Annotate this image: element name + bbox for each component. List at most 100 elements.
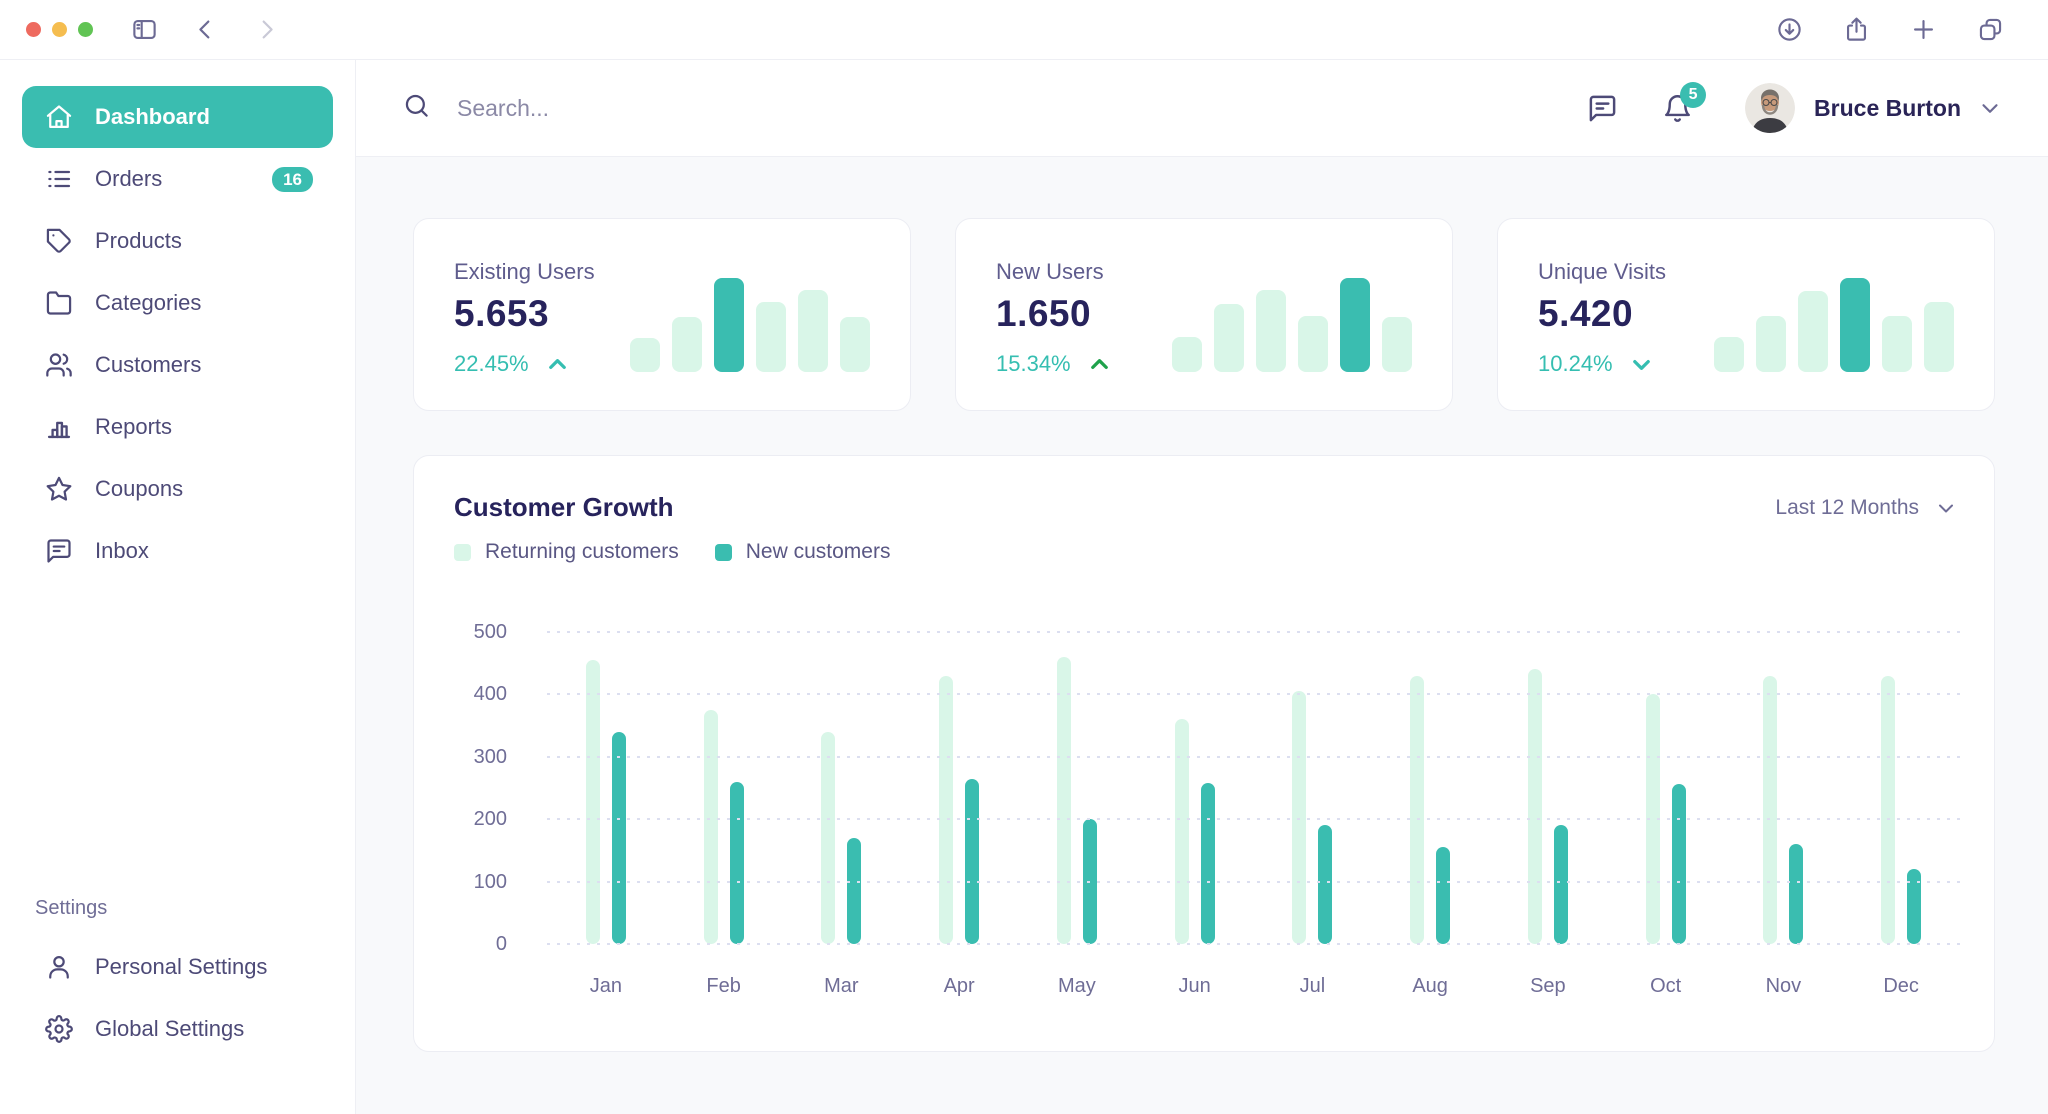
sidebar-item-inbox[interactable]: Inbox bbox=[22, 520, 333, 582]
sparkline-bar bbox=[1382, 317, 1412, 372]
users-icon bbox=[45, 351, 73, 379]
y-axis-tick-label: 300 bbox=[407, 745, 507, 769]
month-slot bbox=[1489, 632, 1607, 944]
gridline bbox=[547, 943, 1960, 945]
y-axis-tick-label: 200 bbox=[407, 807, 507, 831]
stat-title: New Users bbox=[996, 259, 1111, 285]
y-axis-tick-label: 400 bbox=[407, 682, 507, 706]
bar-chart-plot: 0100200300400500 bbox=[547, 632, 1960, 944]
stat-cards-row: Existing Users 5.653 22.45% New Users bbox=[413, 218, 1995, 411]
sidebar-item-dashboard[interactable]: Dashboard bbox=[22, 86, 333, 148]
legend-swatch-new bbox=[715, 544, 732, 561]
user-icon bbox=[45, 953, 73, 981]
sparkline-bar bbox=[756, 302, 786, 372]
sidebar-item-categories[interactable]: Categories bbox=[22, 272, 333, 334]
user-name[interactable]: Bruce Burton bbox=[1814, 95, 1961, 122]
sparkline-chart bbox=[1714, 278, 1954, 372]
sidebar-settings-section: Settings Personal Settings Global Settin… bbox=[22, 897, 333, 1060]
sidebar-toggle-icon[interactable] bbox=[131, 16, 158, 43]
returning-customers-bar bbox=[704, 710, 718, 944]
x-axis-label: May bbox=[1018, 975, 1136, 998]
new-customers-bar bbox=[1201, 783, 1215, 944]
window-toolbar-icons bbox=[1776, 16, 2004, 43]
messages-icon[interactable] bbox=[1587, 93, 1618, 124]
x-axis-label: Mar bbox=[783, 975, 901, 998]
sparkline-bar bbox=[1798, 291, 1828, 372]
new-customers-bar bbox=[1554, 825, 1568, 944]
sidebar-item-orders[interactable]: Orders 16 bbox=[22, 148, 333, 210]
sidebar-item-label: Categories bbox=[95, 290, 201, 316]
sparkline-bar bbox=[672, 317, 702, 372]
app-window: Dashboard Orders 16 Products Categories bbox=[0, 0, 2048, 1114]
new-customers-bar bbox=[965, 779, 979, 944]
folder-icon bbox=[45, 289, 73, 317]
back-icon[interactable] bbox=[192, 16, 219, 43]
month-slot bbox=[783, 632, 901, 944]
x-axis-label: Sep bbox=[1489, 975, 1607, 998]
header-actions: 5 Bruce Burton bbox=[1587, 83, 2003, 133]
minimize-window-button[interactable] bbox=[52, 22, 67, 37]
returning-customers-bar bbox=[1057, 657, 1071, 944]
sidebar-item-label: Customers bbox=[95, 352, 201, 378]
sparkline-bar bbox=[1840, 278, 1870, 372]
search-bar bbox=[403, 92, 1587, 124]
sidebar-item-label: Inbox bbox=[95, 538, 149, 564]
range-dropdown[interactable]: Last 12 Months bbox=[1775, 496, 1958, 520]
sparkline-bar bbox=[1214, 304, 1244, 372]
gridline bbox=[547, 756, 1960, 758]
list-icon bbox=[45, 165, 73, 193]
sidebar-item-global-settings[interactable]: Global Settings bbox=[22, 998, 333, 1060]
bar-chart-icon bbox=[45, 413, 73, 441]
search-input[interactable] bbox=[457, 95, 1077, 122]
sidebar-item-label: Reports bbox=[95, 414, 172, 440]
sparkline-bar bbox=[1714, 337, 1744, 372]
stat-change-percent: 22.45% bbox=[454, 351, 529, 377]
new-customers-bar bbox=[847, 838, 861, 944]
x-axis-label: Dec bbox=[1842, 975, 1960, 998]
range-label: Last 12 Months bbox=[1775, 496, 1919, 520]
share-icon[interactable] bbox=[1843, 16, 1870, 43]
bar-pair bbox=[704, 710, 744, 944]
avatar[interactable] bbox=[1745, 83, 1795, 133]
gridline bbox=[547, 631, 1960, 633]
zoom-window-button[interactable] bbox=[78, 22, 93, 37]
sidebar-item-reports[interactable]: Reports bbox=[22, 396, 333, 458]
y-axis-tick-label: 0 bbox=[407, 932, 507, 956]
forward-icon[interactable] bbox=[253, 16, 280, 43]
sparkline-chart bbox=[630, 278, 870, 372]
user-menu-chevron-down-icon[interactable] bbox=[1977, 95, 2003, 121]
sparkline-bar bbox=[630, 338, 660, 372]
sidebar-item-label: Products bbox=[95, 228, 182, 254]
trend-down-icon bbox=[1630, 353, 1653, 376]
legend-item-new-customers[interactable]: New customers bbox=[715, 540, 891, 564]
sidebar-item-personal-settings[interactable]: Personal Settings bbox=[22, 936, 333, 998]
sidebar-item-products[interactable]: Products bbox=[22, 210, 333, 272]
x-axis-label: Apr bbox=[900, 975, 1018, 998]
bar-chart-bars bbox=[547, 632, 1960, 944]
dashboard-content: Existing Users 5.653 22.45% New Users bbox=[356, 157, 2048, 1114]
x-axis-label: Jan bbox=[547, 975, 665, 998]
close-window-button[interactable] bbox=[26, 22, 41, 37]
month-slot bbox=[665, 632, 783, 944]
sidebar-item-customers[interactable]: Customers bbox=[22, 334, 333, 396]
notifications-bell-icon[interactable]: 5 bbox=[1662, 93, 1693, 124]
month-slot bbox=[547, 632, 665, 944]
bar-pair bbox=[939, 676, 979, 944]
sparkline-bar bbox=[798, 290, 828, 372]
download-icon[interactable] bbox=[1776, 16, 1803, 43]
sidebar-item-label: Dashboard bbox=[95, 104, 210, 130]
month-slot bbox=[900, 632, 1018, 944]
bar-pair bbox=[1057, 657, 1097, 944]
stat-value: 1.650 bbox=[996, 293, 1111, 335]
new-customers-bar bbox=[612, 732, 626, 944]
new-tab-icon[interactable] bbox=[1910, 16, 1937, 43]
home-icon bbox=[45, 103, 73, 131]
returning-customers-bar bbox=[1410, 676, 1424, 944]
sidebar-item-coupons[interactable]: Coupons bbox=[22, 458, 333, 520]
bar-pair bbox=[1175, 719, 1215, 944]
legend-label: New customers bbox=[746, 540, 891, 564]
legend-item-returning-customers[interactable]: Returning customers bbox=[454, 540, 679, 564]
x-axis-label: Oct bbox=[1607, 975, 1725, 998]
legend-label: Returning customers bbox=[485, 540, 679, 564]
tab-overview-icon[interactable] bbox=[1977, 16, 2004, 43]
